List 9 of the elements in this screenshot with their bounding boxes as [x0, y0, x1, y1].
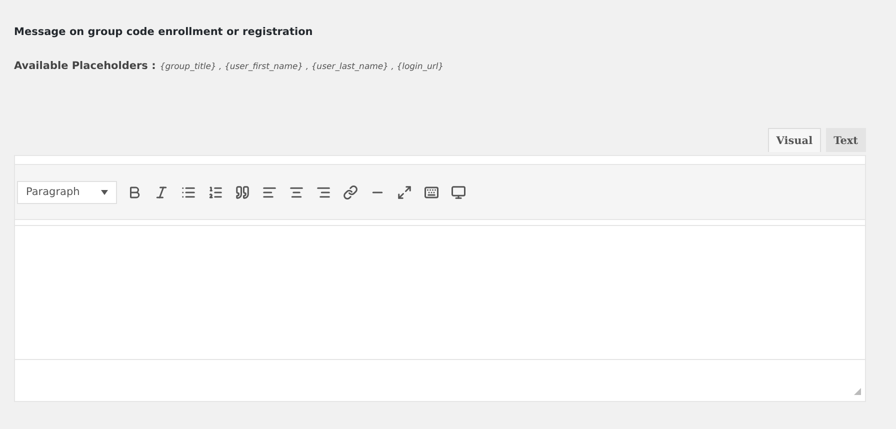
editor-tab[interactable]: Visual	[768, 128, 821, 152]
format-select[interactable]: Paragraph	[17, 180, 117, 204]
resize-handle-icon[interactable]	[854, 388, 861, 395]
section-title: Message on group code enrollment or registration	[14, 26, 314, 38]
placeholders-label: Available Placeholders :	[14, 60, 156, 72]
placeholders-list: {group_title} , {user_first_name} , {user_last_name} , {login_url}	[160, 62, 444, 72]
editor-tab[interactable]: Text	[826, 128, 866, 152]
caret-icon	[101, 190, 108, 194]
link-icon[interactable]	[341, 182, 360, 202]
